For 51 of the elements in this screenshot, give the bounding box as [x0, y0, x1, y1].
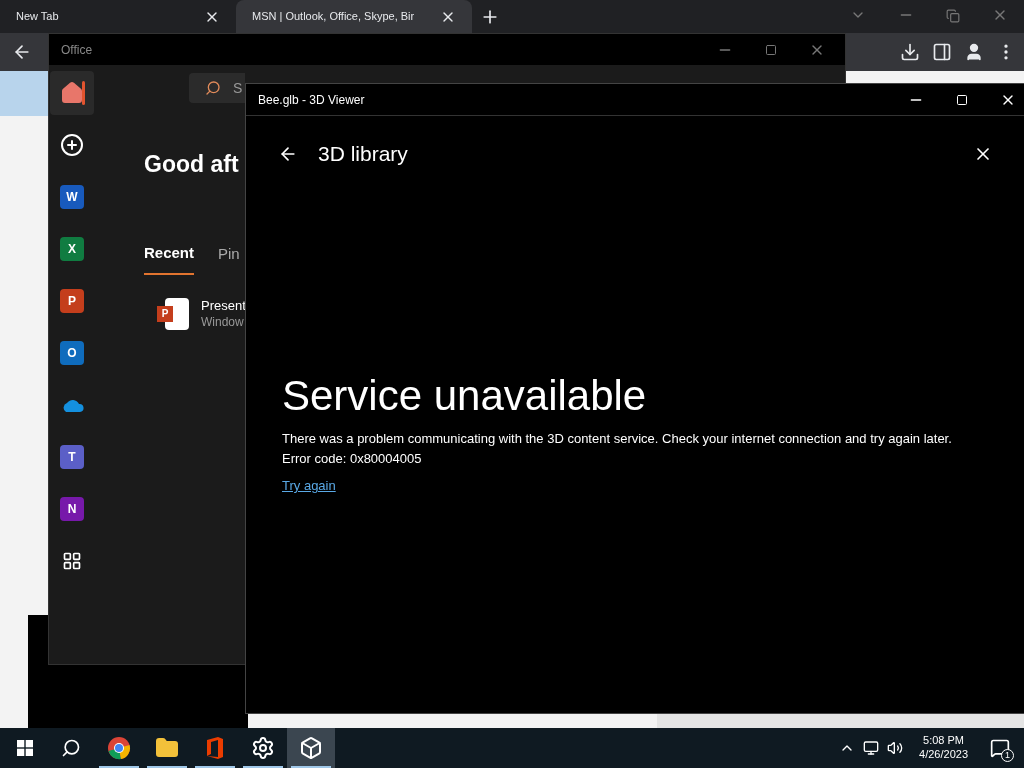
error-title: Service unavailable	[282, 375, 647, 417]
error-code: Error code: 0x80004005	[282, 449, 422, 468]
search-icon	[205, 80, 221, 96]
error-message: There was a problem communicating with the 3D content service. Check your internet connection and try again later.	[282, 430, 952, 448]
search-field[interactable]: S	[189, 73, 245, 103]
sidebar-item[interactable]: W	[50, 175, 94, 219]
sidebar-item[interactable]: O	[50, 331, 94, 375]
settings-icon	[251, 736, 275, 760]
browser-tab[interactable]: New Tab	[0, 0, 236, 33]
cube-icon	[299, 736, 323, 760]
app-icon: O	[60, 341, 84, 365]
app-icon: N	[60, 497, 84, 521]
retry-link[interactable]: Try again	[282, 476, 336, 496]
search-icon	[61, 738, 81, 758]
greeting: Good aft	[144, 150, 239, 179]
folder-icon	[155, 736, 179, 760]
window-title: Office	[61, 41, 94, 59]
content-tab[interactable]: Recent	[144, 242, 195, 275]
file-location: Window	[201, 314, 245, 330]
clock[interactable]: 5:08 PM 4/26/2023	[919, 734, 968, 762]
app-icon: T	[60, 445, 84, 469]
restore-icon[interactable]	[946, 9, 960, 23]
home-icon	[60, 81, 84, 105]
app-icon: X	[60, 237, 84, 261]
taskbar-button[interactable]	[287, 728, 335, 768]
sidebar-item[interactable]: X	[50, 227, 94, 271]
add-icon	[60, 133, 84, 157]
window-title: Bee.glb - 3D Viewer	[258, 91, 366, 109]
sidebar-item[interactable]: T	[50, 435, 94, 479]
volume-icon[interactable]	[887, 740, 904, 756]
office-icon	[205, 736, 225, 760]
notification-count: 1	[1001, 749, 1014, 762]
side-panel-icon[interactable]	[932, 42, 952, 62]
app-icon: P	[60, 289, 84, 313]
sidebar-item[interactable]: P	[50, 279, 94, 323]
download-icon[interactable]	[900, 42, 920, 62]
apps-icon	[62, 551, 82, 571]
browser-icon	[107, 736, 131, 760]
browser-tab[interactable]: MSN | Outlook, Office, Skype, Bir	[236, 0, 472, 33]
tab-title: New Tab	[16, 9, 60, 25]
page-banner	[0, 71, 48, 116]
sidebar-item[interactable]: N	[50, 487, 94, 531]
selection-indicator	[82, 81, 85, 105]
app-icon: W	[60, 185, 84, 209]
content-tab[interactable]: Pin	[218, 242, 240, 275]
network-icon[interactable]	[863, 740, 880, 756]
profile-icon[interactable]	[964, 42, 984, 62]
tab-title: MSN | Outlook, Office, Skype, Bir	[252, 9, 416, 25]
panel-heading: 3D library	[318, 141, 409, 168]
windows-logo-icon[interactable]	[17, 740, 33, 756]
file-name[interactable]: Present	[201, 298, 246, 315]
